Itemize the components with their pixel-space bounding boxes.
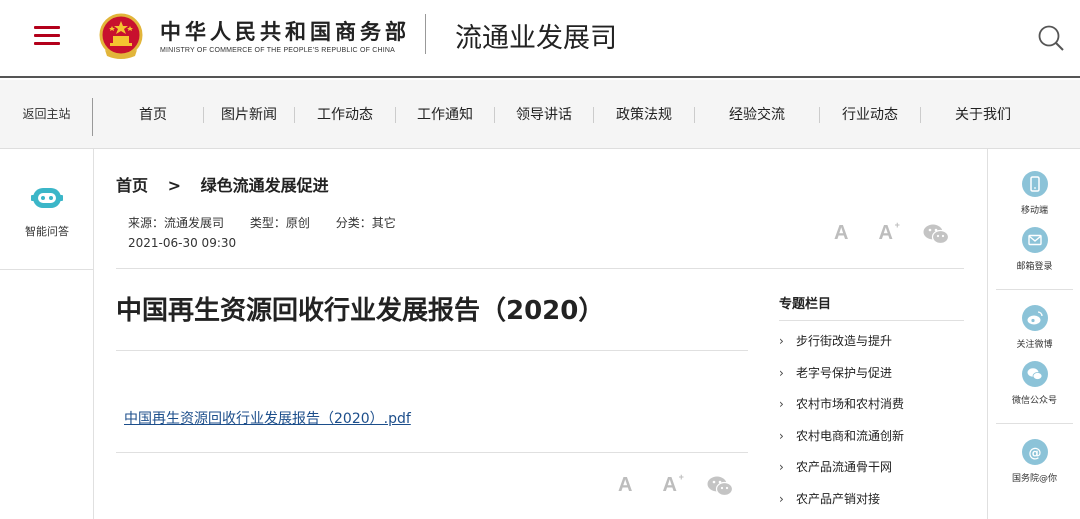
special-item[interactable]: › 老字号保护与促进: [779, 358, 964, 390]
nav-item-work-notices[interactable]: 工作通知: [396, 105, 494, 125]
meta-type: 类型：原创: [249, 216, 310, 230]
article-title: 中国再生资源回收行业发展报告（2020）: [116, 296, 605, 326]
special-item-label: 农村电商和流通创新: [796, 428, 905, 443]
font-tools-bottom: A A +: [618, 472, 733, 497]
at-sign-icon: @: [1021, 439, 1048, 465]
nav-item-experience[interactable]: 经验交流: [695, 105, 819, 125]
special-item-label: 步行街改造与提升: [796, 334, 893, 348]
rail-divider: [996, 423, 1073, 424]
breadcrumb-home[interactable]: 首页: [116, 176, 148, 195]
left-rail: 智能问答: [0, 149, 94, 519]
special-columns-list: › 步行街改造与提升 › 老字号保护与促进 › 农村市场和农村消费 › 农村电商和流通创…: [779, 326, 964, 515]
nav-item-leader-speeches[interactable]: 领导讲话: [495, 105, 593, 125]
meta-date: 2021-06-30 09:30: [128, 236, 237, 250]
font-increase-label: A: [878, 222, 893, 244]
nav-items: 首页 图片新闻 工作动态 工作通知 领导讲话 政策法规 经验交流 行业动态 关于…: [103, 80, 1045, 149]
special-item[interactable]: › 农村市场和农村消费: [779, 389, 964, 421]
mobile-label: 移动端: [1020, 206, 1048, 216]
nav-item-photo-news[interactable]: 图片新闻: [204, 105, 294, 125]
chevron-right-icon: ›: [779, 428, 784, 443]
font-decrease-button-bottom[interactable]: A: [618, 474, 632, 497]
wechat-share-icon[interactable]: [923, 223, 949, 245]
special-item-label: 农产品流通骨干网: [796, 460, 893, 474]
mail-login-label: 邮箱登录: [1016, 262, 1053, 272]
font-tools-top: A A +: [834, 220, 949, 245]
smart-qa-button[interactable]: 智能问答: [0, 149, 94, 270]
special-item-label: 农产品产销对接: [796, 491, 881, 506]
smart-qa-label: 智能问答: [25, 225, 69, 238]
nav-item-work-updates[interactable]: 工作动态: [295, 105, 395, 125]
font-increase-button[interactable]: A +: [878, 220, 899, 245]
breadcrumb-current[interactable]: 绿色流通发展促进: [201, 176, 329, 195]
wechat-official-label: 微信公众号: [1011, 396, 1057, 406]
nav-item-about-us[interactable]: 关于我们: [921, 105, 1045, 125]
content-divider: [116, 452, 748, 453]
font-increase-label-bottom: A: [662, 474, 677, 496]
menu-icon[interactable]: [34, 26, 60, 46]
special-item-label: 农村市场和农村消费: [796, 397, 905, 411]
font-increase-plus: +: [894, 220, 900, 230]
special-item[interactable]: › 步行街改造与提升: [779, 326, 964, 358]
meta-source: 来源：流通发展司: [128, 216, 225, 230]
special-item[interactable]: › 农产品流通骨干网: [779, 452, 964, 484]
font-increase-plus-bottom: +: [678, 472, 684, 482]
mail-login-button[interactable]: 邮箱登录: [988, 227, 1080, 272]
svg-text:@: @: [1028, 446, 1041, 461]
robot-icon: [31, 188, 63, 208]
right-rail: 移动端 邮箱登录 关注微博 微信公众号 @ 国务院@你: [987, 149, 1080, 519]
nav-item-policies[interactable]: 政策法规: [594, 105, 694, 125]
state-council-label: 国务院@你: [1011, 474, 1057, 484]
special-columns-heading: 专题栏目: [779, 297, 832, 312]
special-item[interactable]: › 农村电商和流通创新: [779, 421, 964, 453]
breadcrumb-separator: >: [167, 176, 181, 195]
meta-category: 分类：其它: [335, 216, 396, 230]
nav-item-home[interactable]: 首页: [103, 105, 203, 125]
special-item[interactable]: › 农产品产销对接: [779, 484, 964, 516]
breadcrumb: 首页 > 绿色流通发展促进: [116, 172, 343, 196]
state-council-button[interactable]: @ 国务院@你: [988, 439, 1080, 484]
header-divider: [425, 14, 426, 54]
main-nav: 返回主站 首页 图片新闻 工作动态 工作通知 领导讲话 政策法规 经验交流 行业…: [0, 80, 1080, 149]
weibo-icon: [1021, 305, 1048, 331]
site-header: 中华人民共和国商务部 MINISTRY OF COMMERCE OF THE P…: [0, 0, 1080, 78]
wechat-share-icon-bottom[interactable]: [707, 475, 733, 497]
weibo-label: 关注微博: [1016, 340, 1053, 350]
chevron-right-icon: ›: [779, 460, 784, 474]
chevron-right-icon: ›: [779, 491, 784, 506]
mobile-icon: [1021, 171, 1048, 197]
rail-divider: [996, 289, 1073, 290]
mail-icon: [1021, 227, 1048, 253]
national-emblem-icon: [99, 13, 143, 59]
wechat-icon: [1021, 361, 1048, 387]
title-divider: [116, 350, 748, 351]
article-meta: 来源：流通发展司 类型：原创 分类：其它: [128, 214, 418, 231]
chevron-right-icon: ›: [779, 365, 784, 380]
weibo-button[interactable]: 关注微博: [988, 305, 1080, 350]
chevron-right-icon: ›: [779, 334, 784, 348]
wechat-official-button[interactable]: 微信公众号: [988, 361, 1080, 406]
chevron-right-icon: ›: [779, 397, 784, 411]
pdf-attachment-link[interactable]: 中国再生资源回收行业发展报告（2020）.pdf: [124, 408, 411, 428]
nav-item-industry-news[interactable]: 行业动态: [820, 105, 920, 125]
font-decrease-button[interactable]: A: [834, 222, 848, 245]
special-item-label: 老字号保护与促进: [796, 365, 893, 380]
mobile-button[interactable]: 移动端: [988, 171, 1080, 216]
special-divider: [779, 320, 964, 321]
font-increase-button-bottom[interactable]: A +: [662, 472, 683, 497]
org-name-cn: 中华人民共和国商务部: [160, 19, 410, 44]
department-name: 流通业发展司: [455, 23, 617, 54]
back-to-main-site-link[interactable]: 返回主站: [0, 80, 93, 149]
nav-divider: [92, 98, 93, 136]
org-name-en: MINISTRY OF COMMERCE OF THE PEOPLE'S REP…: [160, 47, 396, 54]
search-icon[interactable]: [1037, 24, 1065, 52]
meta-divider: [116, 268, 964, 269]
